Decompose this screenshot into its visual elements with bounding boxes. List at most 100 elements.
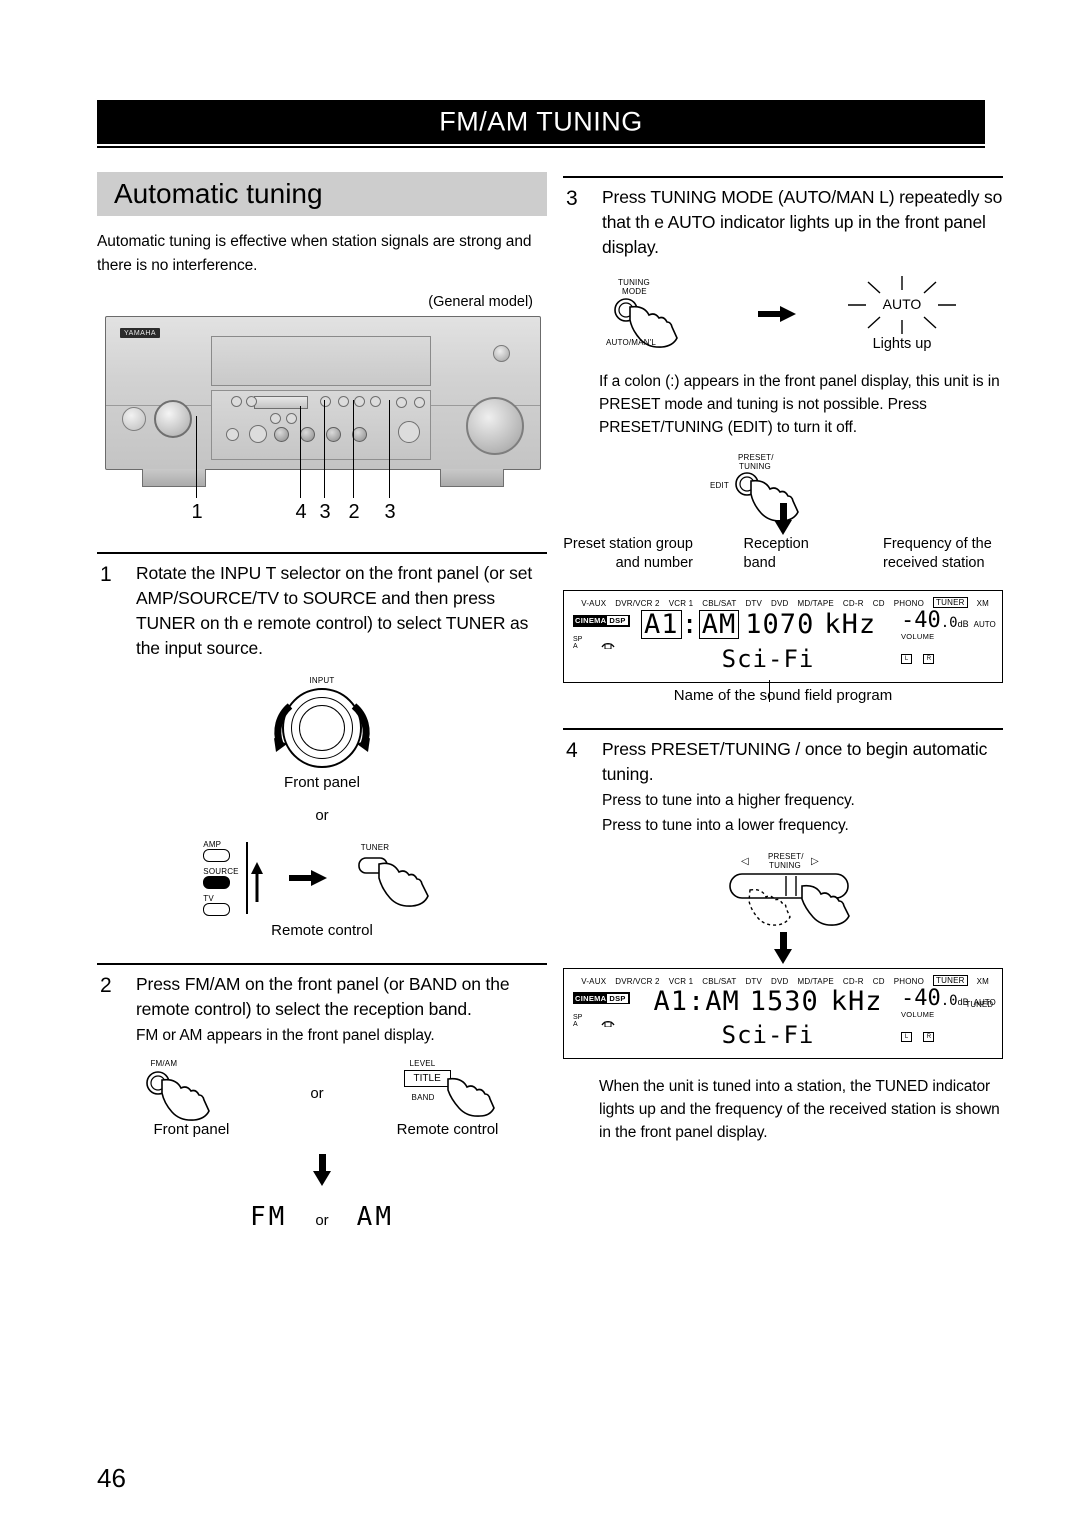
lcd-callout-labels: Preset station group and number Receptio… xyxy=(563,535,1003,572)
lcd2-band: AM xyxy=(705,985,740,1017)
lcd2-box-r: R xyxy=(923,1031,935,1042)
step-2-subtext: FM or AM appears in the front panel disp… xyxy=(136,1027,435,1045)
down-arrow-stem-2 xyxy=(779,503,787,521)
lcd2-src-cbl-sat: CBL/SAT xyxy=(702,976,737,986)
step-3-number: 3 xyxy=(566,187,578,210)
dsp-text: DSP xyxy=(607,616,628,626)
callout-reception-band: Reception band xyxy=(743,536,809,571)
lcd2-volume-dec: .0 xyxy=(940,992,958,1009)
cinema-dsp-logo-2: CINEMA DSP xyxy=(573,992,630,1005)
lcd1-colon: : xyxy=(681,609,699,641)
step-4-press-higher: Press to tune into a higher frequency. xyxy=(602,792,855,810)
tv-pill-icon[interactable] xyxy=(203,903,231,917)
receiver-foot-right xyxy=(440,469,504,488)
rotate-arrows-icon xyxy=(274,703,370,753)
lcd1-src-dvr-vcr2: DVR/VCR 2 xyxy=(615,599,660,609)
lcd2-unit: kHz xyxy=(830,985,883,1017)
step-2-remote-caption: Remote control xyxy=(396,1121,499,1139)
arrow-right-icon-step3 xyxy=(758,305,796,322)
lcd1-frequency: 1070 xyxy=(745,609,815,641)
step-2-or: or xyxy=(310,1085,324,1103)
lcd2-src-dvr-vcr2: DVR/VCR 2 xyxy=(615,976,660,986)
lcd1-src-dvd: DVD xyxy=(771,599,789,609)
down-arrow-head-icon xyxy=(313,1171,331,1187)
lcd1-volume-db: dB xyxy=(957,619,969,630)
down-arrow-head-icon-3 xyxy=(774,948,792,964)
down-arrow-head-icon-2 xyxy=(774,520,792,536)
auto-manl-label: AUTO/MAN'L xyxy=(606,337,657,347)
lcd2-src-vcr1: VCR 1 xyxy=(668,976,694,986)
amp-pill-icon[interactable] xyxy=(203,849,231,863)
rocker-right-arrow-icon: ▷ xyxy=(811,855,819,867)
lcd1-box-l: L xyxy=(901,654,912,665)
step-1-or: or xyxy=(315,807,329,825)
section-title: Automatic tuning xyxy=(114,178,323,209)
callout-number-4: 4 xyxy=(295,501,307,524)
lcd1-src-md-tape: MD/TAPE xyxy=(797,599,834,609)
step-4-closing: When the unit is tuned into a station, t… xyxy=(599,1077,1000,1142)
lcd2-src-xm: XM xyxy=(976,976,989,986)
lcd-display-1: V-AUX DVR/VCR 2 VCR 1 CBL/SAT DTV DVD MD… xyxy=(563,590,1003,684)
band-label: BAND xyxy=(411,1093,435,1103)
lcd2-sp-antenna: SP A xyxy=(573,1014,641,1028)
callout-line-3b xyxy=(389,400,391,499)
hand-pressing-icon xyxy=(357,857,429,908)
lcd2-right-indicators: TUNED -40.0 dB AUTO VOLUME L R xyxy=(895,987,996,1043)
lcd1-sp-antenna: SP A xyxy=(573,636,641,650)
amp-source-tv-switch[interactable]: AMP SOURCE TV xyxy=(203,840,263,917)
step-2-front-panel-caption: Front panel xyxy=(153,1121,230,1139)
receiver-mic-jack xyxy=(226,428,239,442)
step-3-note: If a colon (:) appears in the front pane… xyxy=(599,372,1000,437)
lcd2-volume-label: VOLUME xyxy=(901,1009,935,1019)
tv-label: TV xyxy=(203,894,214,904)
lcd1-src-dtv: DTV xyxy=(745,599,763,609)
callout-number-3a: 3 xyxy=(319,501,331,524)
lcd1-right-indicators: -40.0 dB AUTO VOLUME L R xyxy=(895,610,996,665)
main-zone-knob xyxy=(122,407,146,432)
cinema-text-2: CINEMA xyxy=(575,993,607,1003)
lcd2-frequency: 1530 xyxy=(749,985,819,1017)
sp-channel: A xyxy=(573,643,578,651)
lcd1-preset-number: A1 xyxy=(641,610,682,640)
step-3-figure: TUNING MODE AUTO/MAN'L AUTO Lights up xyxy=(563,274,1003,354)
rocker-tuning-label: TUNING xyxy=(769,860,801,870)
general-model-note: (General model) xyxy=(428,294,533,311)
lcd-display-1-wrap: V-AUX DVR/VCR 2 VCR 1 CBL/SAT DTV DVD MD… xyxy=(563,590,1003,703)
lcd2-program-name: Sci-Fi xyxy=(721,1020,815,1049)
switch-up-arrow-icon xyxy=(245,842,263,915)
input-dial-label: INPUT xyxy=(309,676,335,686)
receiver-display-window xyxy=(211,336,431,387)
step-4-rule xyxy=(563,728,1003,731)
step-1: 1 Rotate the INPU T selector on the fron… xyxy=(97,552,547,939)
callout-program-name: Name of the sound field program xyxy=(673,687,893,705)
display-result-fm: FM xyxy=(250,1202,288,1233)
preset-label: PRESET/ xyxy=(738,453,774,463)
lcd1-auto-indicator: AUTO xyxy=(973,620,996,630)
header-rule xyxy=(97,146,985,148)
source-pill-icon[interactable] xyxy=(203,876,231,890)
auto-indicator-label: AUTO xyxy=(882,295,922,312)
lcd2-preset-number: A1 xyxy=(653,985,688,1017)
receiver-front-panel: YAMAHA xyxy=(105,316,541,488)
lcd1-box-r: R xyxy=(923,654,935,665)
lcd2-colon: : xyxy=(687,985,706,1017)
lcd1-src-phono: PHONO xyxy=(893,599,925,609)
tuning-label-2: TUNING xyxy=(739,462,771,472)
lcd2-tuned-indicator: TUNED xyxy=(965,999,993,1009)
edit-label: EDIT xyxy=(710,481,730,491)
lcd1-src-cd-r: CD-R xyxy=(842,599,864,609)
callout-number-2: 2 xyxy=(348,501,360,524)
step-1-remote-caption: Remote control xyxy=(271,922,373,940)
lcd1-volume-dec: .0 xyxy=(940,615,958,632)
tuner-button-figure[interactable]: TUNER xyxy=(355,843,441,913)
lcd1-pointer-program xyxy=(769,680,771,703)
step-2-result: FM or AM xyxy=(97,1154,547,1232)
lcd2-center: A1 : AM 1530 kHz Sci-Fi xyxy=(641,988,895,1049)
fmam-hand-icon[interactable] xyxy=(136,1070,246,1122)
step-1-number: 1 xyxy=(100,563,112,587)
step-1-rule xyxy=(97,552,547,555)
fmam-button-label: FM/AM xyxy=(150,1059,178,1069)
display-result-am: AM xyxy=(356,1202,394,1233)
step-2: 2 Press FM/AM on the front panel (or BAN… xyxy=(97,963,547,1232)
page-number: 46 xyxy=(97,1463,126,1493)
